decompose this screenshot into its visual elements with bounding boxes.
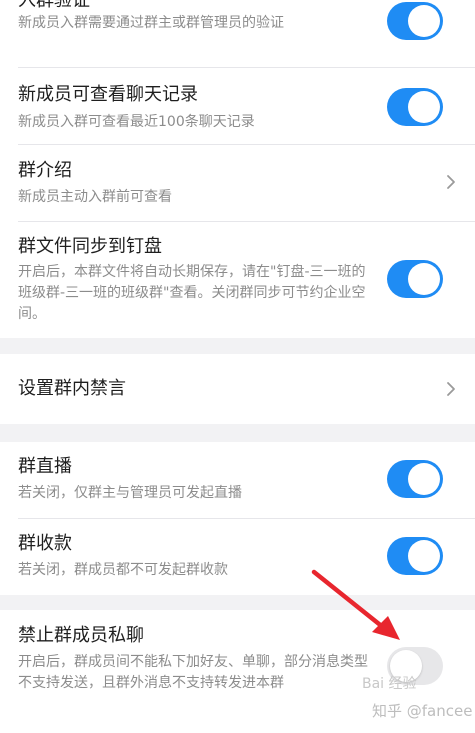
collect-title: 群收款 [18, 533, 72, 554]
chevron-right-icon [447, 382, 455, 396]
group-intro-row[interactable]: 群介绍 新成员主动入群前可查看 [0, 145, 475, 221]
view-history-toggle[interactable] [387, 88, 443, 126]
private-chat-desc: 开启后，群成员间不能私下加好友、单聊，部分消息类型不支持发送，且群外消息不支持转… [18, 654, 368, 691]
view-history-desc: 新成员入群可查看最近100条聊天记录 [18, 114, 255, 130]
toggle-knob [408, 91, 440, 123]
mute-title: 设置群内禁言 [18, 378, 126, 399]
live-toggle[interactable] [387, 460, 443, 498]
file-sync-desc: 开启后，本群文件将自动长期保存，请在"钉盘-三一班的班级群-三一班的班级群"查看… [18, 264, 366, 322]
chevron-right-icon [447, 175, 455, 189]
zhihu-watermark: 知乎 @fancee [372, 702, 473, 720]
join-verify-desc: 新成员入群需要通过群主或群管理员的验证 [18, 15, 284, 31]
join-verify-title: 入群验证 [18, 0, 90, 11]
live-title: 群直播 [18, 456, 72, 477]
toggle-knob [408, 263, 440, 295]
baidu-watermark: Bai 经验 [362, 676, 417, 692]
toggle-knob [408, 540, 440, 572]
join-verify-row[interactable]: 入群验证 新成员入群需要通过群主或群管理员的验证 [0, 0, 475, 67]
view-history-row[interactable]: 新成员可查看聊天记录 新成员入群可查看最近100条聊天记录 [0, 68, 475, 144]
toggle-knob [408, 463, 440, 495]
live-row[interactable]: 群直播 若关闭，仅群主与管理员可发起直播 [0, 442, 475, 518]
group-intro-desc: 新成员主动入群前可查看 [18, 189, 172, 205]
view-history-title: 新成员可查看聊天记录 [18, 84, 198, 105]
group-settings-screen: 入群验证 新成员入群需要通过群主或群管理员的验证 新成员可查看聊天记录 新成员入… [0, 0, 475, 733]
private-chat-title: 禁止群成员私聊 [18, 625, 144, 646]
settings-section-basic: 入群验证 新成员入群需要通过群主或群管理员的验证 新成员可查看聊天记录 新成员入… [0, 0, 475, 338]
file-sync-toggle[interactable] [387, 260, 443, 298]
file-sync-title: 群文件同步到钉盘 [18, 236, 162, 257]
file-sync-row[interactable]: 群文件同步到钉盘 开启后，本群文件将自动长期保存，请在"钉盘-三一班的班级群-三… [0, 222, 475, 338]
mute-row[interactable]: 设置群内禁言 [0, 354, 475, 424]
live-desc: 若关闭，仅群主与管理员可发起直播 [18, 485, 242, 501]
toggle-knob [408, 5, 440, 37]
join-verify-toggle[interactable] [387, 2, 443, 40]
annotation-arrow-icon [311, 569, 400, 640]
group-intro-title: 群介绍 [18, 160, 72, 181]
